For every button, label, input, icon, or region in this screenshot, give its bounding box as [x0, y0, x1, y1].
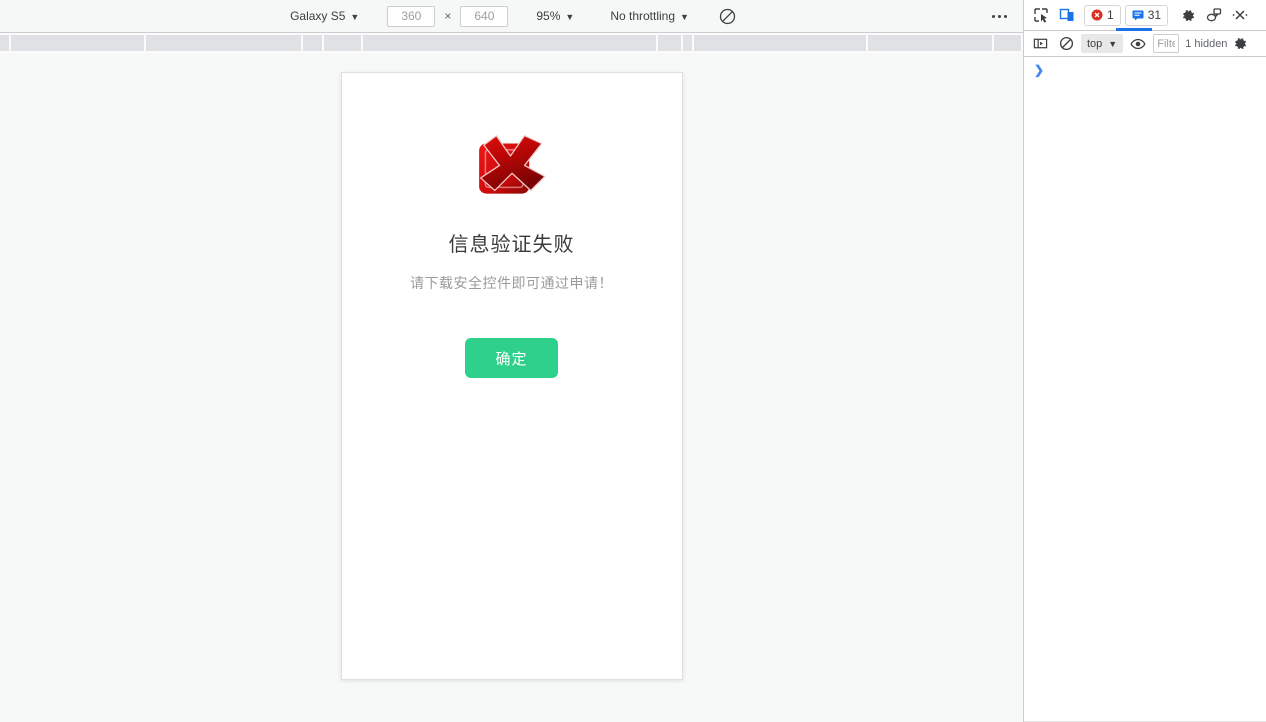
chevron-down-icon: ▼	[680, 11, 689, 22]
inspect-element-button[interactable]	[1028, 3, 1054, 27]
viewport-height-input[interactable]	[460, 5, 509, 27]
devtools-window: Galaxy S5 ▼ × 95% ▼ No throttling ▼	[0, 0, 1266, 722]
console-context-label: top	[1087, 37, 1103, 50]
throttling-select-label: No throttling	[610, 9, 676, 23]
dot-2	[997, 14, 1001, 18]
chevron-down-icon: ▼	[1108, 39, 1118, 49]
ruler-segment	[682, 35, 694, 51]
ruler-segment	[0, 35, 11, 51]
clear-console-button[interactable]	[1053, 32, 1079, 56]
hidden-messages-label: 1 hidden	[1185, 37, 1228, 50]
ruler-segment	[993, 35, 1023, 51]
chevron-down-icon: ▼	[350, 11, 360, 22]
message-bubble-icon	[1132, 10, 1144, 21]
dot-1	[991, 14, 995, 18]
console-settings-gear-icon	[1234, 37, 1247, 50]
live-expression-eye-icon	[1130, 38, 1146, 49]
dimension-separator: ×	[444, 9, 452, 23]
console-prompt-input[interactable]	[1048, 64, 1260, 78]
active-tab-indicator	[1116, 28, 1152, 31]
zoom-select[interactable]: 95% ▼	[528, 6, 582, 26]
error-circle-icon	[1091, 9, 1103, 21]
page-title: 信息验证失败	[448, 234, 575, 256]
inspect-element-icon	[1034, 8, 1048, 23]
ruler-segment	[10, 35, 147, 51]
message-count-badge[interactable]: 31	[1124, 4, 1169, 26]
close-icon	[1232, 10, 1248, 20]
device-viewport-frame: 信息验证失败 请下载安全控件即可通过申请！ 确定	[340, 72, 683, 680]
page-subtitle: 请下载安全控件即可通过申请！	[410, 275, 613, 291]
console-settings-button[interactable]	[1227, 32, 1253, 56]
chevron-down-icon: ▼	[565, 11, 575, 22]
console-prompt-caret-icon: ❯	[1034, 63, 1045, 77]
console-output-area[interactable]: ❯	[1024, 57, 1266, 722]
devtools-pane: 1 31 top ▼ Filter 1 hidden ❯	[1024, 0, 1266, 722]
device-select-label: Galaxy S5	[290, 9, 346, 23]
console-prompt-row[interactable]: ❯	[1024, 57, 1266, 79]
close-devtools-button[interactable]	[1227, 3, 1253, 27]
gear-icon	[1182, 9, 1194, 21]
dot-3	[1003, 14, 1007, 18]
emulated-page-pane: Galaxy S5 ▼ × 95% ▼ No throttling ▼	[0, 0, 1024, 722]
confirm-button[interactable]: 确定	[465, 338, 558, 378]
console-sidebar-button[interactable]	[1027, 32, 1053, 56]
console-toolbar: top ▼ 1 hidden	[1024, 31, 1266, 57]
device-toolbar-icon	[1059, 8, 1074, 21]
ruler-segment	[324, 35, 363, 51]
zoom-select-label: 95%	[536, 9, 561, 23]
console-filter-input[interactable]	[1153, 34, 1180, 53]
device-select[interactable]: Galaxy S5 ▼	[282, 6, 367, 26]
customize-devtools-button[interactable]	[1201, 3, 1227, 27]
viewport-width-input[interactable]	[387, 5, 436, 27]
ruler-segment	[146, 35, 303, 51]
device-toolbar-toggle-button[interactable]	[1054, 3, 1080, 27]
ruler-segment	[362, 35, 659, 51]
viewport-area: 信息验证失败 请下载安全控件即可通过申请！ 确定	[0, 53, 1023, 722]
error-count-badge[interactable]: 1	[1084, 4, 1121, 26]
ruler-segment	[658, 35, 683, 51]
rotate-device-icon	[720, 8, 736, 24]
device-toolbar-more-button[interactable]	[987, 5, 1011, 27]
ruler-segment	[693, 35, 869, 51]
rotate-device-button[interactable]	[715, 4, 741, 28]
throttling-select[interactable]: No throttling ▼	[602, 6, 697, 26]
viewport-ruler[interactable]	[0, 33, 1023, 53]
clear-console-icon	[1059, 36, 1073, 51]
ruler-segment	[868, 35, 994, 51]
verification-failure-page: 信息验证失败 请下载安全控件即可通过申请！ 确定	[342, 73, 682, 378]
live-expression-button[interactable]	[1125, 32, 1151, 56]
devtools-settings-button[interactable]	[1175, 3, 1201, 27]
devtools-main-toolbar: 1 31	[1024, 0, 1266, 31]
console-context-select[interactable]: top ▼	[1081, 34, 1124, 53]
device-emulation-toolbar: Galaxy S5 ▼ × 95% ▼ No throttling ▼	[0, 0, 1023, 33]
customize-devtools-icon	[1206, 8, 1222, 22]
message-count-label: 31	[1147, 8, 1162, 22]
console-sidebar-icon	[1033, 38, 1047, 49]
ruler-segment	[302, 35, 325, 51]
error-count-label: 1	[1107, 8, 1114, 22]
red-error-cross-icon	[478, 135, 545, 194]
